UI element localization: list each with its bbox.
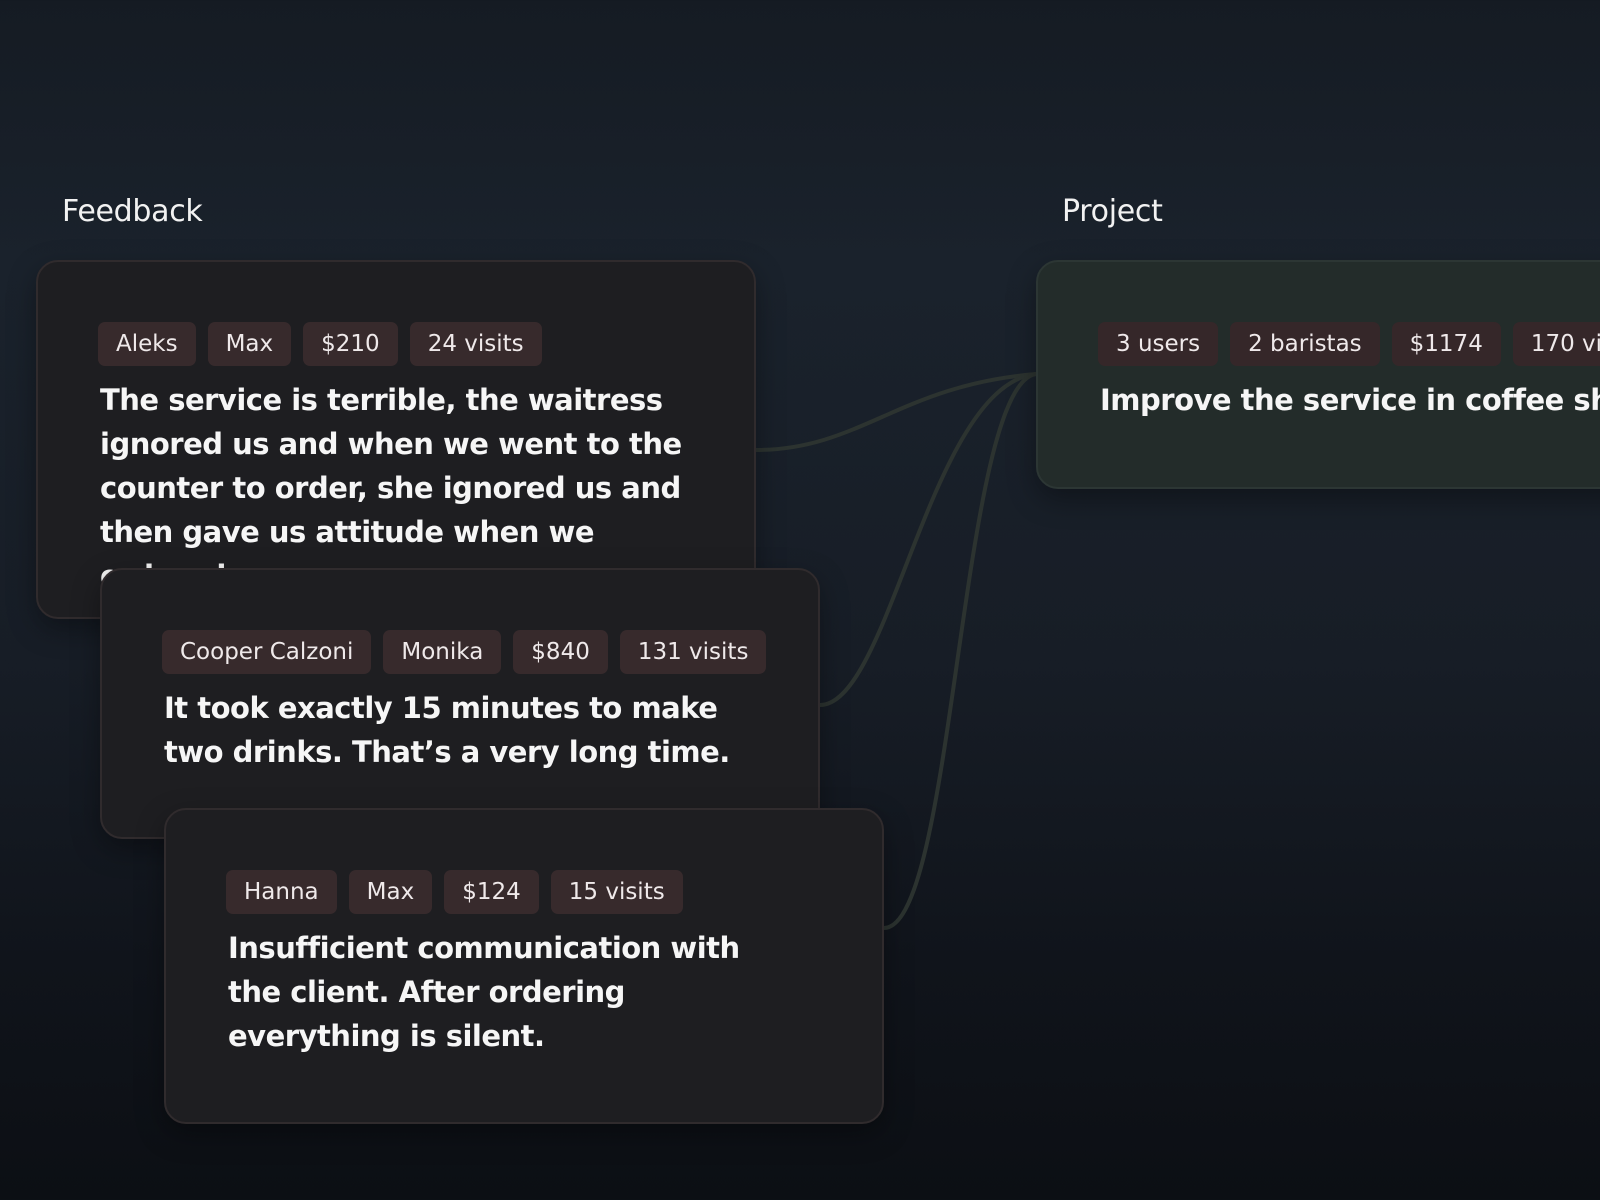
visits-tag[interactable]: 15 visits (550, 870, 683, 914)
connector-line-feedback-2 (818, 372, 1038, 707)
feedback-tags: Cooper Calzoni Monika $840 131 visits (162, 630, 798, 674)
staff-tag[interactable]: Max (348, 870, 433, 914)
users-count-tag[interactable]: 3 users (1098, 322, 1219, 366)
feedback-text: Insufficient communication with the clie… (228, 931, 740, 1053)
staff-tag[interactable]: Monika (383, 630, 502, 674)
total-spend-tag[interactable]: $1174 (1391, 322, 1501, 366)
feedback-text: It took exactly 15 minutes to make two d… (164, 691, 730, 769)
spend-tag[interactable]: $840 (513, 630, 608, 674)
project-card[interactable]: 3 users 2 baristas $1174 170 visits Impr… (1036, 260, 1600, 489)
feedback-text: The service is terrible, the waitress ig… (100, 383, 682, 593)
feedback-section-title: Feedback (62, 194, 203, 229)
spend-tag[interactable]: $124 (444, 870, 539, 914)
project-title: Improve the service in coffee shop (1100, 383, 1600, 417)
customer-tag[interactable]: Cooper Calzoni (162, 630, 372, 674)
feedback-tags: Aleks Max $210 24 visits (98, 322, 734, 366)
project-tags: 3 users 2 baristas $1174 170 visits (1098, 322, 1600, 366)
staff-tag[interactable]: Max (207, 322, 292, 366)
visits-tag[interactable]: 24 visits (409, 322, 542, 366)
feedback-card[interactable]: Aleks Max $210 24 visits The service is … (36, 260, 756, 619)
connector-line-feedback-1 (754, 372, 1038, 452)
baristas-count-tag[interactable]: 2 baristas (1230, 322, 1380, 366)
customer-tag[interactable]: Aleks (98, 322, 196, 366)
feedback-card[interactable]: Hanna Max $124 15 visits Insufficient co… (164, 808, 884, 1124)
visits-tag[interactable]: 131 visits (619, 630, 767, 674)
total-visits-tag[interactable]: 170 visits (1512, 322, 1600, 366)
project-section-title: Project (1062, 194, 1163, 229)
spend-tag[interactable]: $210 (303, 322, 398, 366)
feedback-card[interactable]: Cooper Calzoni Monika $840 131 visits It… (100, 568, 820, 839)
feedback-tags: Hanna Max $124 15 visits (226, 870, 862, 914)
customer-tag[interactable]: Hanna (226, 870, 337, 914)
connector-line-feedback-3 (882, 372, 1038, 930)
